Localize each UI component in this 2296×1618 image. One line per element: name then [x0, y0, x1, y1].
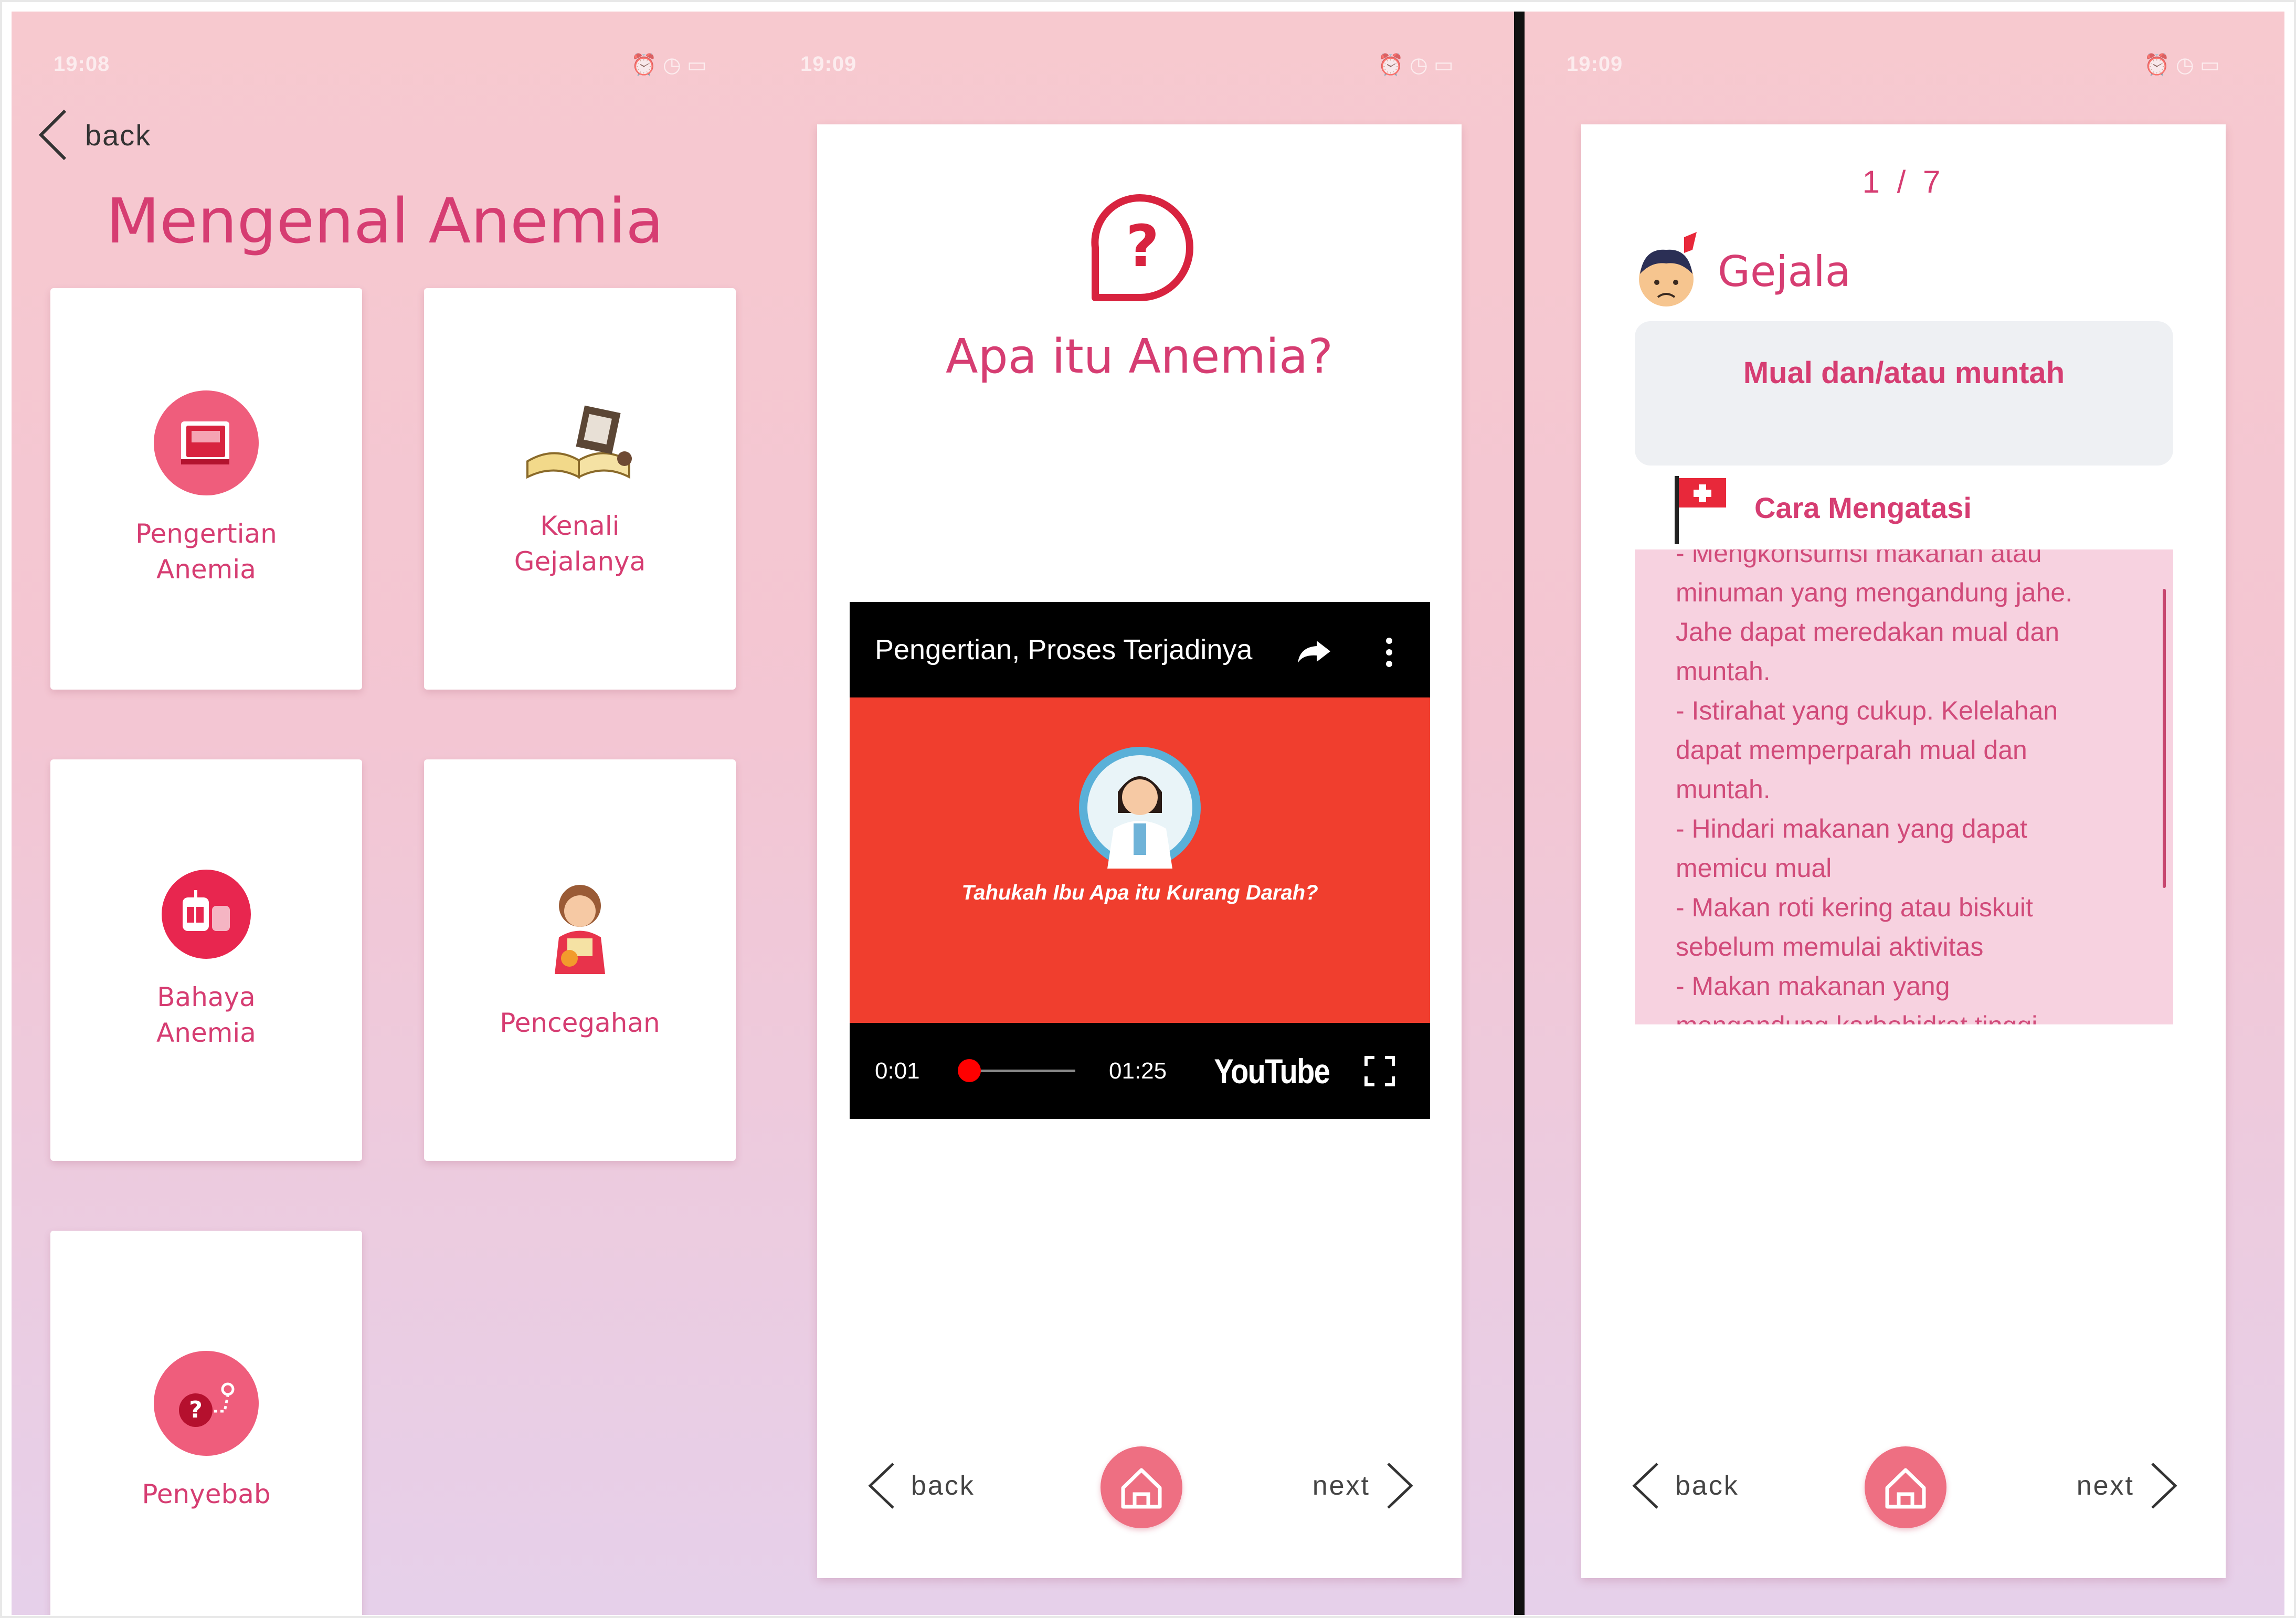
back-label: back [911, 1471, 975, 1501]
menu-card-label: Bahaya Anemia [156, 982, 256, 1048]
menu-card-pengertian[interactable]: Pengertian Anemia [50, 288, 362, 690]
section-header: Gejala [1634, 232, 1851, 311]
scrollbar[interactable] [2163, 589, 2166, 888]
chevron-left-icon [1632, 1463, 1658, 1509]
back-button[interactable]: back [867, 1462, 975, 1510]
status-icons: ⏰ ◷ ▭ [631, 54, 707, 77]
home-button[interactable] [1865, 1446, 1946, 1528]
menu-card-label: Pengertian Anemia [135, 519, 277, 585]
video-header: Pengertian, Proses Terjadinya [850, 602, 1430, 697]
menu-card-bahaya[interactable]: Bahaya Anemia [50, 759, 362, 1161]
back-label: back [1675, 1471, 1739, 1501]
page-counter: 1 / 7 [1862, 164, 1945, 199]
next-label: next [1312, 1471, 1370, 1501]
page-title: Mengenal Anemia [106, 185, 664, 257]
solution-title: Cara Mengatasi [1754, 491, 1972, 524]
menu-screen: 19:08 ⏰ ◷ ▭ back Mengenal Anemia Pengert… [12, 12, 758, 1615]
svg-text:?: ? [1126, 213, 1159, 280]
status-icons: ⏰ ◷ ▭ [2144, 54, 2220, 77]
status-time: 19:09 [1567, 52, 1623, 76]
section-title: Gejala [1718, 247, 1851, 296]
status-time: 19:08 [54, 52, 110, 76]
next-label: next [2076, 1471, 2134, 1501]
book-icon [154, 390, 259, 495]
panel-divider [1514, 12, 1525, 1615]
home-icon [1885, 1468, 1926, 1509]
svg-text:?: ? [189, 1397, 203, 1423]
youtube-logo[interactable]: YouTube [1214, 1051, 1330, 1091]
doctor-avatar [1079, 747, 1201, 869]
chevron-right-icon [2151, 1463, 2177, 1509]
duration: 01:25 [1109, 1057, 1167, 1084]
first-aid-flag-icon [1675, 476, 1726, 544]
video-player[interactable]: Pengertian, Proses Terjadinya Tahukah Ib… [850, 602, 1430, 1119]
sick-face-icon [1639, 232, 1697, 306]
content-sheet: ? Apa itu Anemia? Pengertian, Proses Ter… [817, 124, 1462, 1578]
question-path-icon: ? [154, 1350, 259, 1456]
next-button[interactable]: next [1313, 1462, 1414, 1510]
blood-bag-icon [162, 870, 251, 959]
progress-track[interactable] [958, 1059, 1075, 1082]
back-button[interactable]: back [38, 109, 151, 161]
menu-card-penyebab[interactable]: ? Penyebab [50, 1231, 362, 1615]
solution-text: - Mengkonsumsi makanan atau minuman yang… [1676, 549, 2073, 1024]
video-thumbnail[interactable]: Tahukah Ibu Apa itu Kurang Darah? [850, 697, 1430, 1023]
menu-card-label: Penyebab [142, 1478, 271, 1509]
menu-card-pencegahan[interactable]: Pencegahan [424, 759, 736, 1161]
solution-header: Cara Mengatasi [1670, 471, 1972, 544]
video-screen: 19:09 ⏰ ◷ ▭ ? Apa itu Anemia? Pengertian… [758, 12, 1514, 1615]
home-icon [1121, 1468, 1162, 1509]
content-sheet: 1 / 7 Gejala Mual dan/atau muntah Cara M… [1581, 124, 2226, 1578]
current-time: 0:01 [875, 1057, 920, 1084]
home-button[interactable] [1101, 1446, 1182, 1528]
chevron-right-icon [1387, 1463, 1413, 1509]
status-time: 19:09 [800, 52, 857, 76]
back-button[interactable]: back [1631, 1462, 1739, 1510]
more-options-icon[interactable] [1385, 637, 1393, 668]
chevron-left-icon [38, 109, 67, 161]
symptom-text: Mual dan/atau muntah [1743, 356, 2065, 390]
video-title: Pengertian, Proses Terjadinya [875, 634, 1253, 665]
thumbnail-caption: Tahukah Ibu Apa itu Kurang Darah? [961, 881, 1318, 904]
next-button[interactable]: next [2077, 1462, 2178, 1510]
girl-illustration-icon [555, 884, 605, 974]
status-icons: ⏰ ◷ ▭ [1378, 54, 1454, 77]
back-label: back [85, 118, 152, 152]
symptom-card: Mual dan/atau muntah [1635, 321, 2173, 466]
section-title: Apa itu Anemia? [946, 329, 1333, 384]
fullscreen-icon[interactable] [1364, 1055, 1395, 1087]
video-controls: 0:01 01:25 YouTube [850, 1023, 1430, 1119]
open-book-illustration-icon [526, 405, 632, 479]
solution-text-area[interactable]: - Mengkonsumsi makanan atau minuman yang… [1635, 549, 2173, 1024]
symptom-screen: 19:09 ⏰ ◷ ▭ 1 / 7 Gejala Mual dan/atau m… [1525, 12, 2284, 1615]
menu-card-label: Pencegahan [500, 1007, 660, 1038]
share-icon[interactable] [1296, 639, 1332, 665]
question-bubble-icon: ? [1091, 194, 1193, 301]
menu-card-label: Kenali Gejalanya [514, 511, 646, 577]
progress-handle[interactable] [958, 1059, 981, 1082]
chevron-left-icon [868, 1463, 894, 1509]
menu-card-gejala[interactable]: Kenali Gejalanya [424, 288, 736, 690]
